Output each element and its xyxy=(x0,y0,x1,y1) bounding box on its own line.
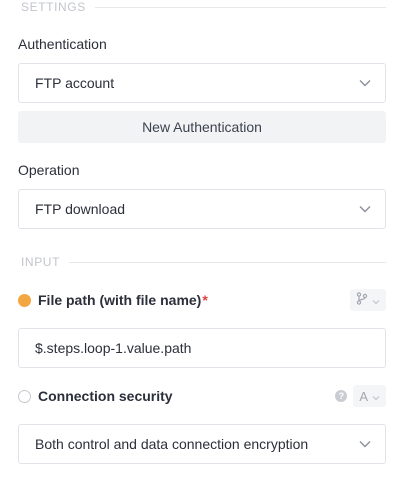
file-path-input[interactable]: $.steps.loop-1.value.path xyxy=(18,328,386,368)
connection-security-field-header: Connection security ? A xyxy=(18,385,386,407)
settings-section-title: SETTINGS xyxy=(18,0,89,14)
section-divider xyxy=(69,261,386,263)
status-dot-icon xyxy=(18,293,31,307)
file-path-field-header: File path (with file name) * xyxy=(18,289,386,311)
operation-label: Operation xyxy=(18,162,80,178)
new-authentication-button[interactable]: New Authentication xyxy=(18,111,386,143)
input-mode-toggle[interactable] xyxy=(350,289,386,311)
step-config-panel: SETTINGS Authentication FTP account New … xyxy=(0,0,398,496)
file-path-label: File path (with file name) xyxy=(38,292,202,308)
chevron-down-icon xyxy=(372,389,380,404)
operation-selected-value: FTP download xyxy=(35,201,126,217)
authentication-select[interactable]: FTP account xyxy=(18,63,386,103)
required-marker: * xyxy=(202,292,208,308)
input-section-title: INPUT xyxy=(18,255,63,269)
settings-section-header: SETTINGS xyxy=(18,0,386,14)
status-dot-icon xyxy=(18,389,31,403)
connection-security-label: Connection security xyxy=(38,388,173,404)
mode-letter: A xyxy=(359,388,368,404)
section-divider xyxy=(94,6,386,8)
connection-security-selected-value: Both control and data connection encrypt… xyxy=(35,436,309,452)
authentication-label: Authentication xyxy=(18,36,107,52)
operation-select[interactable]: FTP download xyxy=(18,189,386,229)
authentication-selected-value: FTP account xyxy=(35,75,115,91)
branch-icon xyxy=(356,292,368,308)
help-icon[interactable]: ? xyxy=(335,390,348,402)
chevron-down-icon xyxy=(359,438,371,450)
input-mode-toggle[interactable]: A xyxy=(353,385,386,407)
chevron-down-icon xyxy=(359,77,371,89)
connection-security-select[interactable]: Both control and data connection encrypt… xyxy=(18,424,386,464)
chevron-down-icon xyxy=(372,293,380,308)
input-section-header: INPUT xyxy=(18,255,386,269)
chevron-down-icon xyxy=(359,203,371,215)
